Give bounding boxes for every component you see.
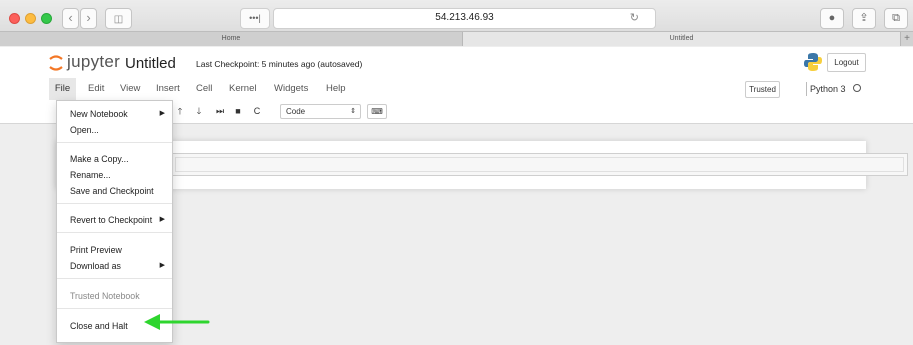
interrupt-kernel-button[interactable]: ■ xyxy=(231,103,245,120)
zoom-window-button[interactable] xyxy=(41,13,52,24)
command-palette-button[interactable]: ⌨ xyxy=(367,104,387,119)
tab-untitled[interactable]: Untitled xyxy=(463,32,900,46)
step-forward-icon: ⏭ xyxy=(215,106,225,116)
chevron-right-icon: › xyxy=(86,10,91,25)
downloads-button[interactable]: ● xyxy=(820,8,844,29)
menu-widgets[interactable]: Widgets xyxy=(274,78,308,100)
menu-divider xyxy=(57,308,172,309)
menu-divider xyxy=(57,232,172,233)
menu-insert[interactable]: Insert xyxy=(156,78,180,100)
menu-divider xyxy=(57,278,172,279)
share-button[interactable]: ⇪ xyxy=(852,8,876,29)
address-bar[interactable]: 54.213.46.93 ↻ xyxy=(273,8,656,29)
move-up-button[interactable]: 🡑 xyxy=(173,103,187,120)
code-cell[interactable] xyxy=(171,153,908,176)
sidebar-toggle-button[interactable]: ◫ xyxy=(105,8,132,29)
python-logo-icon xyxy=(804,53,822,71)
menu-revert-checkpoint[interactable]: Revert to Checkpoint ▶ xyxy=(57,213,172,227)
cell-type-select[interactable]: Code ⇕ xyxy=(280,104,361,119)
menu-download-as-label: Download as xyxy=(70,261,121,271)
new-tab-button[interactable]: + xyxy=(900,32,913,46)
move-down-button[interactable]: 🡓 xyxy=(192,103,206,120)
menu-divider xyxy=(57,203,172,204)
kernel-idle-indicator-icon xyxy=(853,84,861,92)
forward-button[interactable]: › xyxy=(80,8,97,29)
submenu-caret-icon: ▶ xyxy=(159,110,165,117)
menu-cell[interactable]: Cell xyxy=(196,78,212,100)
notebook-container xyxy=(56,141,908,189)
menu-revert-checkpoint-label: Revert to Checkpoint xyxy=(70,215,153,225)
dots-icon: •••| xyxy=(249,13,261,23)
menu-new-notebook[interactable]: New Notebook ▶ xyxy=(57,107,172,121)
tabs-overview-button[interactable]: ⧉ xyxy=(884,8,908,29)
arrow-down-icon: 🡓 xyxy=(196,106,202,116)
menu-edit[interactable]: Edit xyxy=(88,78,104,100)
menu-divider xyxy=(57,142,172,143)
arrow-left-icon xyxy=(144,314,210,330)
refresh-icon: C xyxy=(253,106,261,116)
menu-new-notebook-label: New Notebook xyxy=(70,109,128,119)
info-icon: ● xyxy=(828,12,836,24)
submenu-caret-icon: ▶ xyxy=(159,262,165,269)
menu-kernel[interactable]: Kernel xyxy=(229,78,256,100)
tab-home[interactable]: Home xyxy=(0,32,463,46)
checkpoint-status: Last Checkpoint: 5 minutes ago (autosave… xyxy=(196,59,363,69)
minimize-window-button[interactable] xyxy=(25,13,36,24)
menu-make-copy[interactable]: Make a Copy... xyxy=(57,152,172,166)
menu-trusted-notebook[interactable]: Trusted Notebook xyxy=(57,289,172,303)
stop-icon: ■ xyxy=(235,106,241,116)
reload-icon[interactable]: ↻ xyxy=(630,11,639,24)
restart-kernel-button[interactable]: C xyxy=(250,103,264,120)
jupyter-logo-text: jupyter xyxy=(67,52,121,71)
submenu-caret-icon: ▶ xyxy=(159,216,165,223)
code-cell-input[interactable] xyxy=(175,157,904,172)
tab-bar: Home Untitled + xyxy=(0,31,913,46)
select-caret-icon: ⇕ xyxy=(350,108,356,115)
cell-type-value: Code xyxy=(286,107,306,116)
notebook-title[interactable]: Untitled xyxy=(125,55,176,72)
trusted-indicator[interactable]: Trusted xyxy=(745,81,780,98)
menu-print-preview[interactable]: Print Preview xyxy=(57,243,172,257)
menu-download-as[interactable]: Download as ▶ xyxy=(57,259,172,273)
menu-save-checkpoint[interactable]: Save and Checkpoint xyxy=(57,184,172,198)
close-window-button[interactable] xyxy=(9,13,20,24)
back-button[interactable]: ‹ xyxy=(62,8,79,29)
jupyter-logo-icon xyxy=(49,55,63,71)
logout-button[interactable]: Logout xyxy=(827,53,866,72)
tabs-icon: ⧉ xyxy=(892,12,900,24)
menu-file[interactable]: File xyxy=(49,78,76,100)
run-cell-button[interactable]: ⏭ xyxy=(213,103,227,120)
browser-toolbar: ‹ › ◫ •••| 54.213.46.93 ↻ ● ⇪ ⧉ Home Unt… xyxy=(0,0,913,46)
keyboard-icon: ⌨ xyxy=(371,107,383,116)
menu-open[interactable]: Open... xyxy=(57,123,172,137)
kernel-name: Python 3 xyxy=(806,82,846,96)
sidebar-icon: ◫ xyxy=(113,14,124,25)
chevron-left-icon: ‹ xyxy=(68,10,73,25)
menu-rename[interactable]: Rename... xyxy=(57,168,172,182)
menu-view[interactable]: View xyxy=(120,78,140,100)
arrow-up-icon: 🡑 xyxy=(177,106,183,116)
menu-help[interactable]: Help xyxy=(326,78,346,100)
address-text: 54.213.46.93 xyxy=(435,12,494,23)
file-menu-dropdown: New Notebook ▶ Open... Make a Copy... Re… xyxy=(56,100,173,343)
share-icon: ⇪ xyxy=(859,12,869,24)
extensions-button[interactable]: •••| xyxy=(240,8,270,29)
